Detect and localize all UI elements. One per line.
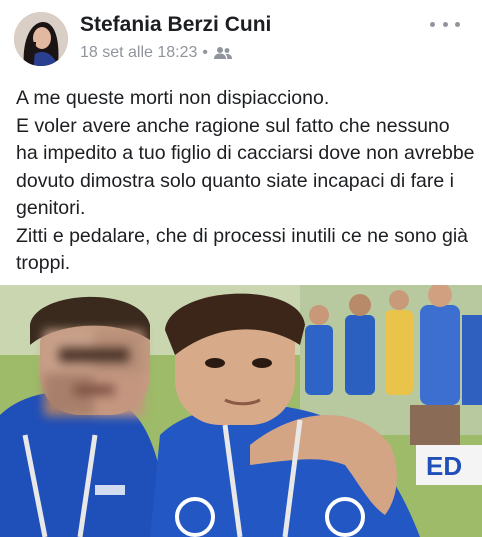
friends-icon[interactable] bbox=[213, 46, 233, 60]
author-name[interactable]: Stefania Berzi Cuni bbox=[80, 13, 271, 37]
more-dot bbox=[430, 21, 435, 27]
blurred-face bbox=[44, 330, 144, 416]
more-dot bbox=[442, 21, 448, 27]
post-header: Stefania Berzi Cuni 18 set alle 18:23 • bbox=[0, 0, 482, 78]
message-line: A me queste morti non dispiacciono. bbox=[16, 87, 330, 109]
facebook-post: Stefania Berzi Cuni 18 set alle 18:23 • … bbox=[0, 0, 482, 537]
more-options-icon[interactable] bbox=[430, 14, 460, 34]
banner-text: ED bbox=[426, 451, 462, 481]
meta-separator: • bbox=[202, 44, 209, 61]
more-dot bbox=[455, 21, 460, 27]
message-line: Zitti e pedalare, che di processi inutil… bbox=[16, 224, 469, 275]
post-message: A me queste morti non dispiacciono. E vo… bbox=[16, 85, 476, 278]
post-meta: 18 set alle 18:23 • bbox=[80, 44, 233, 62]
avatar-image bbox=[14, 12, 68, 66]
message-line: E voler avere anche ragione sul fatto ch… bbox=[16, 114, 475, 220]
avatar[interactable] bbox=[14, 12, 68, 66]
post-timestamp[interactable]: 18 set alle 18:23 bbox=[80, 44, 197, 62]
